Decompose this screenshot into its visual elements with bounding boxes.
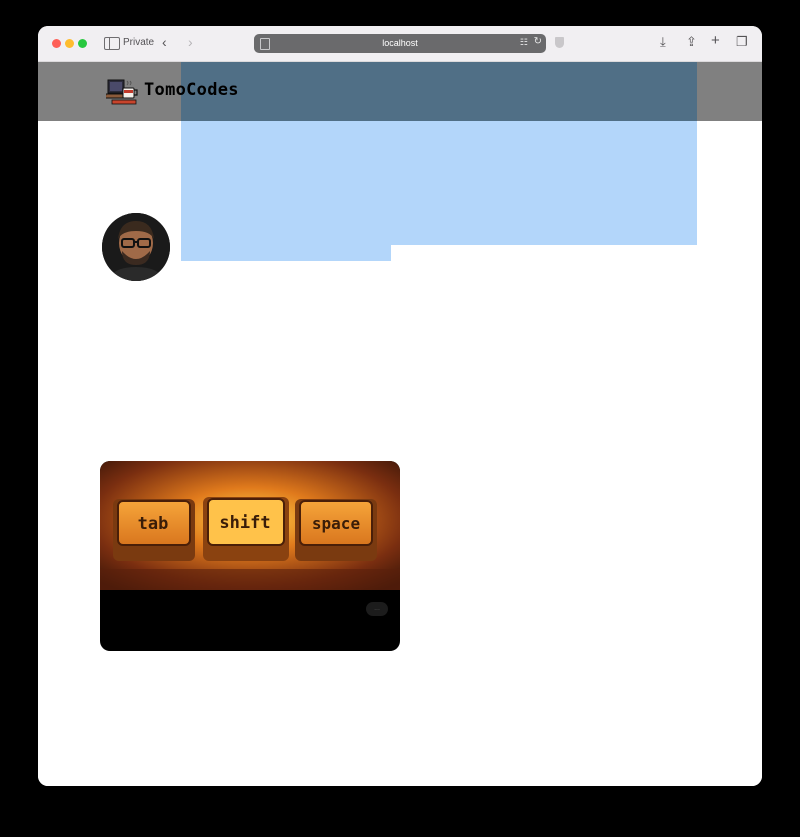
address-bar[interactable]: localhost ☷ ↻ (254, 34, 546, 53)
selection-overlay (181, 62, 697, 121)
text-selection-highlight (181, 121, 697, 245)
browser-window: Private ‹ › localhost ☷ ↻ ⤓ ⇪ + ❐ TomoCo… (38, 26, 762, 786)
tabs-icon[interactable]: ❐ (736, 34, 748, 50)
laptop-coffee-logo-icon[interactable] (106, 76, 140, 106)
private-label: Private (123, 37, 155, 48)
reload-icon[interactable]: ↻ (534, 36, 542, 47)
download-icon[interactable]: ⤓ (660, 34, 666, 50)
key-shift-label: shift (219, 513, 270, 533)
zoom-window-button[interactable] (78, 39, 87, 48)
sidebar-icon[interactable] (104, 37, 120, 50)
back-icon[interactable]: ‹ (162, 34, 167, 50)
site-header: TomoCodes (38, 62, 762, 121)
key-tab-label: tab (138, 514, 169, 534)
site-logo-text[interactable]: TomoCodes (144, 80, 239, 100)
browser-toolbar: Private ‹ › localhost ☷ ↻ ⤓ ⇪ + ❐ (38, 26, 762, 62)
article-card[interactable]: tab shift space ... (100, 461, 400, 651)
minimize-window-button[interactable] (65, 39, 74, 48)
key-space-label: space (312, 514, 360, 533)
card-badge: ... (366, 602, 388, 616)
keycap-illustration: tab shift space (100, 461, 400, 590)
shield-icon[interactable] (555, 37, 564, 48)
author-avatar[interactable] (102, 213, 170, 281)
url-text: localhost (382, 38, 418, 48)
share-icon[interactable]: ⇪ (686, 34, 697, 50)
forward-icon[interactable]: › (188, 34, 193, 50)
new-tab-icon[interactable]: + (711, 32, 720, 49)
text-selection-highlight (181, 245, 391, 261)
web-page: TomoCodes tab shift space ... (38, 62, 762, 786)
translate-icon[interactable]: ☷ (520, 37, 528, 48)
close-window-button[interactable] (52, 39, 61, 48)
